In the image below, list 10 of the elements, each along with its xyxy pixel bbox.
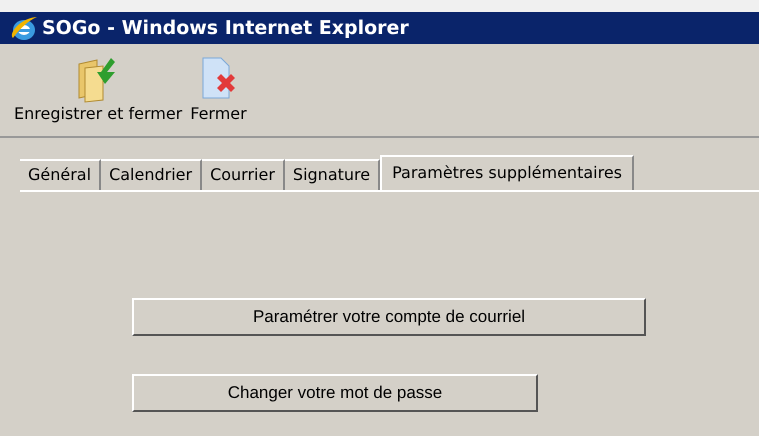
tab[interactable]: Signature — [284, 159, 380, 190]
toolbar-button[interactable]: Enregistrer et fermer — [14, 54, 182, 136]
toolbar-button[interactable]: Fermer — [190, 54, 247, 136]
tab[interactable]: Général — [20, 159, 102, 190]
tab[interactable]: Courrier — [202, 159, 285, 190]
action-button[interactable]: Paramétrer votre compte de courriel — [132, 298, 646, 336]
window-title: SOGo - Windows Internet Explorer — [42, 17, 409, 39]
tab[interactable]: Calendrier — [101, 159, 202, 190]
tab[interactable]: Paramètres supplémentaires — [380, 155, 634, 190]
action-button[interactable]: Changer votre mot de passe — [132, 374, 538, 412]
